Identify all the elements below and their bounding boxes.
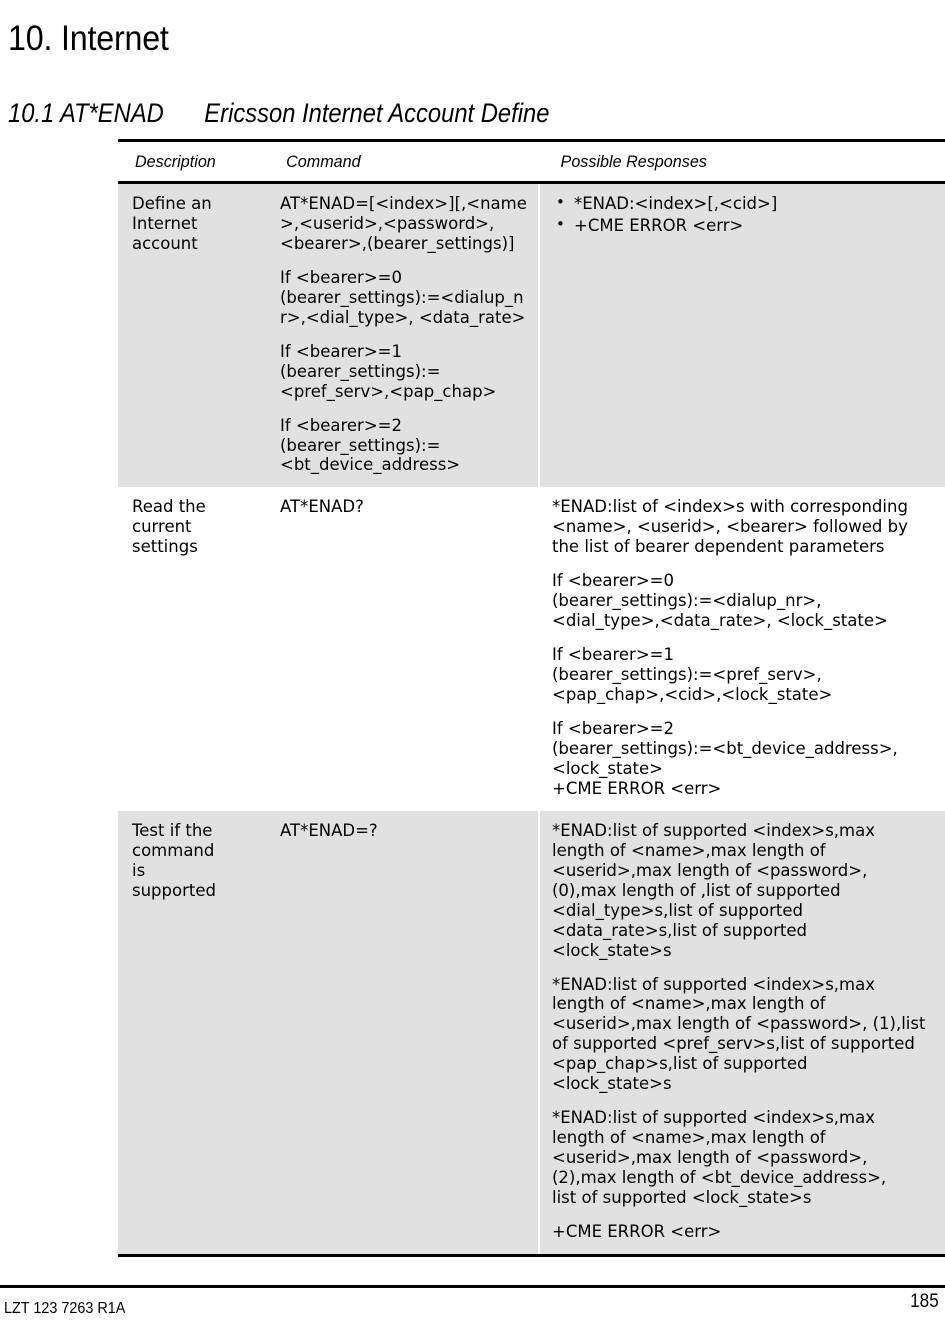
description-text: Test if the command is supported <box>132 820 216 900</box>
response-paragraph: If <bearer>=2 (bearer_settings):=<bt_dev… <box>552 719 898 798</box>
cell-possible-responses: *ENAD:list of <index>s with correspondin… <box>538 487 945 811</box>
column-header-command: Command <box>272 139 533 184</box>
column-header-responses: Possible Responses <box>549 139 935 184</box>
description-text: Define an Internet account <box>132 194 212 253</box>
command-paragraph: AT*ENAD? <box>280 497 364 517</box>
description-text: Read the current settings <box>132 497 206 557</box>
command-paragraph: If <bearer>=0 (bearer_settings):=<dialup… <box>280 267 526 327</box>
command-paragraph: If <bearer>=1 (bearer_settings):= <pref_… <box>280 341 497 401</box>
section-name: Ericsson Internet Account Define <box>204 98 550 129</box>
at-command-table: Description Command Possible Responses D… <box>118 139 945 1257</box>
response-paragraph: *ENAD:list of <index>s with correspondin… <box>552 497 908 557</box>
footer-document-id: LZT 123 7263 R1A <box>4 1300 126 1317</box>
chapter-title: 10. Internet <box>8 19 169 59</box>
response-paragraph: If <bearer>=1 (bearer_settings):=<pref_s… <box>552 645 833 705</box>
cell-description: Read the current settings <box>118 487 266 811</box>
response-bullet-list: *ENAD:<index>[,<cid>]+CME ERROR <err> <box>552 193 935 236</box>
response-paragraph: If <bearer>=0 (bearer_settings):=<dialup… <box>552 571 888 631</box>
command-paragraph: If <bearer>=2 (bearer_settings):= <bt_de… <box>280 415 461 475</box>
footer-page-number: 185 <box>910 1291 939 1312</box>
table-header-row: Description Command Possible Responses <box>118 139 945 184</box>
document-page: 10. Internet 10.1 AT*ENAD Ericsson Intern… <box>0 0 945 1333</box>
table-row: Test if the command is supported AT*ENAD=… <box>118 810 945 1257</box>
response-paragraph: *ENAD:list of supported <index>s,max len… <box>552 974 926 1094</box>
response-paragraph: *ENAD:list of supported <index>s,max len… <box>552 1108 887 1208</box>
table-header: Description Command Possible Responses <box>118 139 945 184</box>
table-body: Define an Internet account AT*ENAD=[<inde… <box>118 182 945 1257</box>
section-heading: 10.1 AT*ENAD Ericsson Internet Account De… <box>8 98 549 129</box>
cell-command: AT*ENAD=? <box>266 810 539 1257</box>
cell-description: Define an Internet account <box>118 182 266 488</box>
footer-divider <box>0 1285 945 1288</box>
table-row: Define an Internet account AT*ENAD=[<inde… <box>118 182 945 488</box>
cell-possible-responses: *ENAD:list of supported <index>s,max len… <box>538 810 945 1257</box>
command-paragraph: AT*ENAD=? <box>280 820 378 840</box>
response-bullet-item: *ENAD:<index>[,<cid>] <box>552 193 935 214</box>
response-paragraph: *ENAD:list of supported <index>s,max len… <box>552 820 875 960</box>
response-paragraph: +CME ERROR <err> <box>552 1221 722 1241</box>
cell-command: AT*ENAD? <box>266 487 539 811</box>
cell-possible-responses: *ENAD:<index>[,<cid>]+CME ERROR <err> <box>538 182 945 488</box>
column-header-description: Description <box>121 139 263 184</box>
table-row: Read the current settings AT*ENAD? *ENAD:l… <box>118 487 945 811</box>
section-number: 10.1 AT*ENAD <box>8 98 164 129</box>
response-bullet-item: +CME ERROR <err> <box>552 215 935 236</box>
cell-command: AT*ENAD=[<index>][,<name >,<userid>,<pas… <box>266 182 539 488</box>
cell-description: Test if the command is supported <box>118 810 266 1257</box>
command-paragraph: AT*ENAD=[<index>][,<name >,<userid>,<pas… <box>280 194 527 253</box>
